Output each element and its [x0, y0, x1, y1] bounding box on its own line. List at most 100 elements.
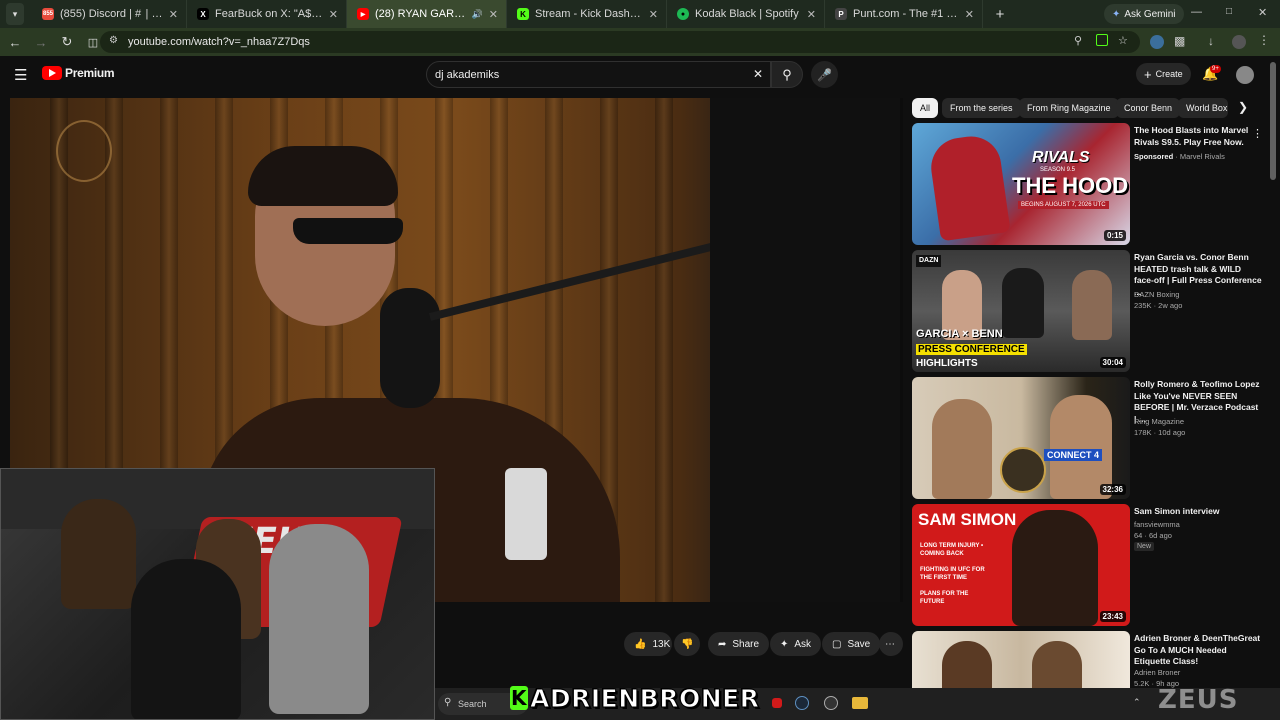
share-button[interactable]: ➦ Share: [708, 632, 770, 656]
channel-name[interactable]: DAZN Boxing: [1134, 290, 1179, 299]
close-tab-icon[interactable]: ✕: [965, 8, 974, 21]
back-icon[interactable]: ←: [4, 31, 26, 53]
create-button[interactable]: + Create: [1136, 63, 1191, 85]
video-thumbnail[interactable]: CONNECT 4 32:36: [912, 377, 1130, 499]
duration-badge: 23:43: [1099, 611, 1126, 622]
search-input[interactable]: dj akademiks ✕: [426, 61, 771, 88]
duration-badge: 32:36: [1099, 484, 1126, 495]
video-thumbnail[interactable]: SAM SIMON LONG TERM INJURY • COMING BACK…: [912, 504, 1130, 626]
recommendation-item[interactable]: CONNECT 4 32:36 Rolly Romero & Teofimo L…: [912, 377, 1267, 499]
extension-icon[interactable]: [1096, 34, 1108, 46]
chip-conor-benn[interactable]: Conor Benn: [1116, 98, 1181, 118]
duration-badge: 30:04: [1099, 357, 1126, 368]
channel-name[interactable]: Ring Magazine: [1134, 417, 1184, 426]
window-close-icon[interactable]: ✕: [1258, 6, 1267, 19]
steam-icon[interactable]: [795, 696, 809, 710]
save-button[interactable]: ▢ Save: [822, 632, 881, 656]
youtube-icon: ▶: [357, 8, 369, 20]
account-avatar[interactable]: [1232, 35, 1246, 49]
chips-next-icon[interactable]: ❯: [1238, 100, 1248, 114]
forward-icon[interactable]: →: [30, 31, 52, 53]
microphone-icon: 🎤: [817, 67, 832, 82]
tab-title: (28) RYAN GARCIA & CONO: [375, 8, 466, 20]
video-thumbnail[interactable]: RIVALS SEASON 9.5 THE HOOD BEGINS AUGUST…: [912, 123, 1130, 245]
thumb-text: RIVALS: [1032, 149, 1090, 166]
chip-all[interactable]: All: [912, 98, 939, 118]
search-button[interactable]: ⚲: [771, 61, 803, 88]
more-actions-button[interactable]: ⋯: [879, 632, 903, 656]
recommendation-item[interactable]: RIVALS SEASON 9.5 THE HOOD BEGINS AUGUST…: [912, 123, 1267, 245]
gemini-sparkle-icon: ✦: [1112, 8, 1121, 20]
tab-title: FearBuck on X: "A$AP Rocky gi: [215, 8, 323, 20]
browser-tab-strip: ▾ 855 (855) Discord | # | reactions ✕ X …: [0, 0, 1280, 28]
browser-tab-spotify[interactable]: ● Kodak Black | Spotify ✕: [667, 0, 825, 28]
speaker-icon[interactable]: 🔊: [472, 9, 483, 20]
standing-person: [710, 98, 900, 602]
medallion: [1000, 447, 1046, 493]
extensions-puzzle-icon[interactable]: ▩: [1174, 34, 1185, 48]
thumb-text: LONG TERM INJURY • COMING BACK: [920, 543, 984, 557]
like-button[interactable]: 👍 13K: [624, 632, 672, 656]
video-title[interactable]: The Hood Blasts into Marvel Rivals S9.5.…: [1134, 125, 1262, 148]
profile-avatar[interactable]: [1150, 35, 1164, 49]
hamburger-menu-icon[interactable]: ☰: [14, 66, 27, 84]
chip-from-the-series[interactable]: From the series: [942, 98, 1021, 118]
minimize-icon[interactable]: —: [1191, 6, 1202, 18]
downloads-icon[interactable]: ↓: [1208, 34, 1214, 48]
x-icon: X: [197, 8, 209, 20]
tab-search-icon[interactable]: ▾: [6, 3, 24, 25]
browser-tab-x[interactable]: X FearBuck on X: "A$AP Rocky gi ✕: [187, 0, 347, 28]
address-bar[interactable]: ⚙ youtube.com/watch?v=_nhaa7Z7Dqs ⚲ ☆: [100, 31, 1140, 53]
video-meta: 178K · 10d ago: [1134, 428, 1186, 437]
new-tab-button[interactable]: +: [989, 3, 1011, 25]
video-title[interactable]: Adrien Broner & DeenTheGreat Go To A MUC…: [1134, 633, 1262, 668]
close-tab-icon[interactable]: ✕: [169, 8, 178, 21]
podcast-logo-watermark: [56, 120, 112, 182]
recommendation-item[interactable]: Adrien Broner & DeenTheGreat Go To A MUC…: [912, 631, 1267, 688]
recommendation-item[interactable]: SAM SIMON LONG TERM INJURY • COMING BACK…: [912, 504, 1267, 626]
tray-chevron-icon[interactable]: ⌃: [1133, 697, 1141, 708]
video-title[interactable]: Sam Simon interview: [1134, 506, 1262, 518]
channel-name[interactable]: Marvel Rivals: [1180, 152, 1225, 161]
video-meta: 64 · 6d ago: [1134, 531, 1172, 540]
taskbar-app-icon[interactable]: [772, 698, 782, 708]
zoom-icon[interactable]: ⚲: [1074, 34, 1082, 47]
microphone: [380, 288, 440, 408]
close-tab-icon[interactable]: ✕: [649, 8, 658, 21]
file-explorer-icon[interactable]: [852, 697, 868, 709]
channel-name[interactable]: Adrien Broner: [1134, 668, 1180, 677]
voice-search-button[interactable]: 🎤: [811, 61, 838, 88]
ask-gemini-button[interactable]: ✦ Ask Gemini: [1104, 4, 1184, 24]
chip-from-ring-magazine[interactable]: From Ring Magazine: [1019, 98, 1119, 118]
close-tab-icon[interactable]: ✕: [329, 8, 338, 21]
reload-icon[interactable]: ↻: [56, 31, 78, 53]
maximize-icon[interactable]: □: [1226, 6, 1232, 17]
obs-icon[interactable]: [824, 696, 838, 710]
recommendation-item[interactable]: DAZN GARCIA × BENN PRESS CONFERENCE HIGH…: [912, 250, 1267, 372]
ask-gemini-label: Ask Gemini: [1124, 8, 1176, 20]
chip-world-boxing[interactable]: World Box: [1178, 98, 1228, 118]
tab-title: Punt.com - The #1 Free to Play: [853, 8, 959, 20]
zeus-watermark: ZEUS: [1158, 685, 1239, 715]
dislike-button[interactable]: 👎: [674, 632, 700, 656]
more-options-icon[interactable]: ⋮: [1252, 127, 1263, 140]
browser-menu-icon[interactable]: ⋮: [1258, 33, 1270, 47]
browser-tab-youtube[interactable]: ▶ (28) RYAN GARCIA & CONO 🔊 ✕: [347, 0, 507, 28]
clear-search-icon[interactable]: ✕: [753, 67, 763, 81]
youtube-account-avatar[interactable]: [1236, 66, 1254, 84]
share-label: Share: [732, 638, 760, 650]
video-thumbnail[interactable]: DAZN GARCIA × BENN PRESS CONFERENCE HIGH…: [912, 250, 1130, 372]
browser-tab-kick[interactable]: K Stream - Kick Dashboard ✕: [507, 0, 667, 28]
site-info-icon[interactable]: ⚙: [109, 35, 118, 46]
channel-name[interactable]: fansviewmma: [1134, 520, 1180, 529]
person-front: [131, 559, 241, 719]
close-tab-icon[interactable]: ✕: [807, 8, 816, 21]
page-scrollbar-thumb[interactable]: [1270, 62, 1276, 180]
browser-tab-discord[interactable]: 855 (855) Discord | # | reactions ✕: [32, 0, 187, 28]
browser-tab-punt[interactable]: P Punt.com - The #1 Free to Play ✕: [825, 0, 983, 28]
youtube-logo[interactable]: Premium: [42, 66, 115, 80]
ask-button[interactable]: ✦ Ask: [770, 632, 822, 656]
close-tab-icon[interactable]: ✕: [489, 8, 498, 21]
video-thumbnail[interactable]: [912, 631, 1130, 688]
bookmark-star-icon[interactable]: ☆: [1118, 34, 1128, 47]
